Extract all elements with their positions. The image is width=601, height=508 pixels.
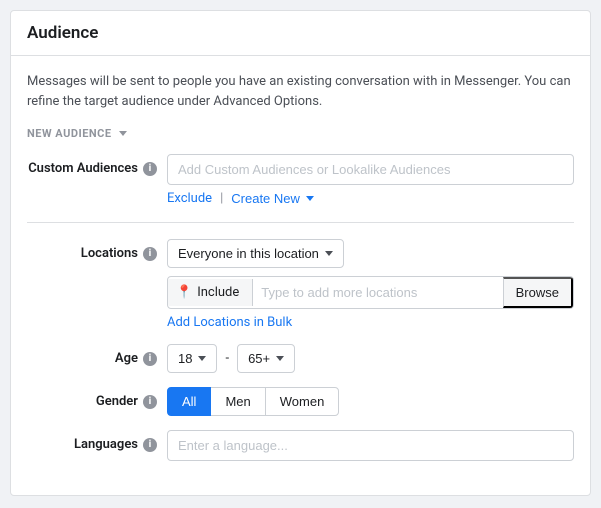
card-body: Messages will be sent to people you have… [11,56,590,495]
languages-content [167,430,574,461]
custom-audiences-row: Custom Audiences i Exclude | Create New [27,154,574,206]
include-dropdown[interactable]: 📍 Include [168,279,253,306]
create-new-button[interactable]: Create New [231,191,314,206]
age-min-chevron-icon [198,356,206,361]
include-label: Include [197,285,239,300]
gender-button-group: All Men Women [167,387,574,416]
custom-audiences-info-icon[interactable]: i [143,162,157,176]
age-controls: 18 - 65+ [167,344,574,373]
gender-label: Gender [96,394,138,409]
location-type-value: Everyone in this location [178,246,319,261]
age-label: Age [115,351,138,366]
audience-card: Audience Messages will be sent to people… [10,10,591,496]
languages-label: Languages [74,437,138,452]
languages-row: Languages i [27,430,574,461]
new-audience-label: NEW AUDIENCE [27,127,112,140]
age-info-icon[interactable]: i [143,352,157,366]
age-max-chevron-icon [276,356,284,361]
age-label-container: Age i [27,344,157,366]
gender-row: Gender i All Men Women [27,387,574,416]
link-separator: | [220,191,223,206]
new-audience-chevron-icon[interactable] [119,131,127,136]
create-new-label: Create New [231,191,300,206]
custom-audiences-content: Exclude | Create New [167,154,574,206]
location-search-input[interactable] [253,278,502,307]
description-text: Messages will be sent to people you have… [27,72,574,111]
locations-label: Locations [81,246,138,261]
languages-label-container: Languages i [27,430,157,452]
age-row: Age i 18 - 65+ [27,344,574,373]
gender-all-button[interactable]: All [167,387,211,416]
browse-button[interactable]: Browse [503,277,573,308]
exclude-link[interactable]: Exclude [167,191,212,206]
divider-1 [27,222,574,223]
age-dash: - [225,351,229,366]
age-min-value: 18 [178,351,192,366]
languages-input[interactable] [167,430,574,461]
card-title: Audience [27,23,574,43]
gender-label-container: Gender i [27,387,157,409]
custom-audiences-label: Custom Audiences [28,161,138,176]
locations-label-container: Locations i [27,239,157,261]
locations-content: Everyone in this location 📍 Include Brow… [167,239,574,330]
new-audience-section: NEW AUDIENCE [27,127,574,140]
pin-icon: 📍 [176,285,192,300]
age-max-dropdown[interactable]: 65+ [237,344,295,373]
gender-men-label: Men [225,394,250,409]
languages-info-icon[interactable]: i [143,438,157,452]
gender-info-icon[interactable]: i [143,395,157,409]
add-locations-bulk-link[interactable]: Add Locations in Bulk [167,315,574,330]
gender-all-label: All [182,394,196,409]
locations-info-icon[interactable]: i [143,247,157,261]
location-dropdown-chevron-icon [325,251,333,256]
create-new-chevron-icon [306,196,314,201]
custom-audiences-label-container: Custom Audiences i [27,154,157,176]
custom-audiences-links: Exclude | Create New [167,191,574,206]
custom-audiences-input[interactable] [167,154,574,185]
card-header: Audience [11,11,590,56]
age-max-value: 65+ [248,351,270,366]
gender-men-button[interactable]: Men [210,387,265,416]
age-min-dropdown[interactable]: 18 [167,344,217,373]
location-input-row: 📍 Include Browse [167,276,574,309]
locations-row: Locations i Everyone in this location 📍 … [27,239,574,330]
gender-women-button[interactable]: Women [265,387,340,416]
gender-women-label: Women [280,394,325,409]
gender-content: All Men Women [167,387,574,416]
age-content: 18 - 65+ [167,344,574,373]
location-type-dropdown[interactable]: Everyone in this location [167,239,344,268]
